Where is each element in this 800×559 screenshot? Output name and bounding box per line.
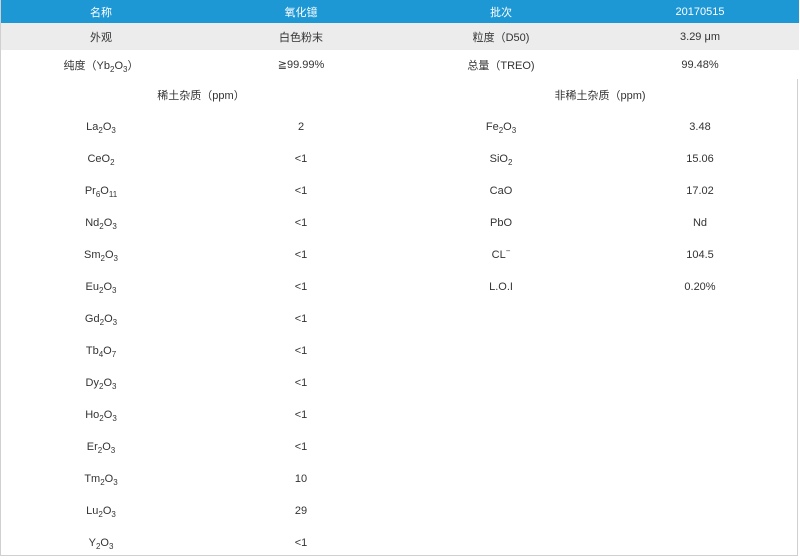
rare-earth-impurity-name: Tb4O7 [85,345,117,359]
rare-earth-impurity-name: Sm2O3 [84,249,118,263]
appearance-value: 白色粉末 [201,23,401,50]
table-row: Ho2O3 <1 [1,399,799,431]
non-rare-earth-impurity-value [601,431,799,463]
rare-earth-impurity-value: <1 [294,537,308,549]
table-row: Eu2O3 <1 L.O.I 0.20% [1,271,799,303]
non-rare-earth-impurity-name: CL− [491,246,511,261]
non-rare-earth-impurity-name [401,495,601,527]
purity-label: 纯度（Yb2O3） [1,50,201,79]
rare-earth-impurity-name: Er2O3 [86,441,116,455]
header-name-label: 名称 [1,0,201,23]
non-rare-earth-impurity-value: 0.20% [684,281,716,293]
rare-earth-impurity-value: <1 [294,409,308,421]
table-row: La2O3 2 Fe2O3 3.48 [1,111,799,143]
header-product-name: 氧化镱 [201,0,401,23]
non-rare-earth-impurity-name [401,335,601,367]
table-row: Er2O3 <1 [1,431,799,463]
non-rare-earth-section-title: 非稀土杂质（ppm) [554,90,646,102]
non-rare-earth-impurity-name: CaO [489,185,513,197]
appearance-label: 外观 [1,23,201,50]
non-rare-earth-impurity-value [601,399,799,431]
section-row: 稀土杂质（ppm） 非稀土杂质（ppm) [1,79,799,111]
rare-earth-impurity-value: <1 [294,153,308,165]
particle-size-label: 粒度（D50) [401,23,601,50]
rare-earth-impurity-value: <1 [294,281,308,293]
table-row: Pr6O11 <1 CaO 17.02 [1,175,799,207]
non-rare-earth-impurity-value [601,303,799,335]
rare-earth-impurity-value: <1 [294,185,308,197]
non-rare-earth-impurity-name: PbO [489,217,513,229]
non-rare-earth-impurity-name [401,399,601,431]
non-rare-earth-impurity-value: 104.5 [686,249,714,261]
non-rare-earth-impurity-value [601,463,799,495]
rare-earth-impurity-name: Lu2O3 [86,505,116,519]
table-row: Sm2O3 <1 CL− 104.5 [1,239,799,271]
table-row: Tb4O7 <1 [1,335,799,367]
non-rare-earth-impurity-name [401,463,601,495]
rare-earth-impurity-name: Pr6O11 [84,185,118,199]
non-rare-earth-impurity-name [401,431,601,463]
non-rare-earth-impurity-name [401,527,601,559]
rare-earth-impurity-name: La2O3 [86,121,116,135]
rare-earth-impurity-name: Eu2O3 [85,281,117,295]
non-rare-earth-impurity-name: L.O.I [489,281,513,293]
table-row: Lu2O3 29 [1,495,799,527]
header-batch-number: 20170515 [601,0,799,23]
table-row: Gd2O3 <1 [1,303,799,335]
rare-earth-impurity-name: CeO2 [87,153,115,167]
header-row: 名称 氧化镱 批次 20170515 [1,0,799,23]
non-rare-earth-impurity-value [601,367,799,399]
treo-value: 99.48% [601,50,799,79]
product-spec-sheet: 名称 氧化镱 批次 20170515 外观 白色粉末 粒度（D50) 3.29 … [0,0,799,559]
non-rare-earth-impurity-value: 15.06 [686,153,714,165]
rare-earth-impurity-value: 10 [294,473,308,485]
purity-label-text: 纯度（Yb2O3） [63,59,139,74]
table-row: Tm2O3 10 [1,463,799,495]
particle-size-value: 3.29 μm [601,23,799,50]
rare-earth-impurity-value: <1 [294,313,308,325]
rare-earth-impurity-value: 2 [297,121,305,133]
rare-earth-impurity-value: <1 [294,377,308,389]
info-row-appearance: 外观 白色粉末 粒度（D50) 3.29 μm [1,23,799,50]
rare-earth-impurity-value: <1 [294,217,308,229]
rare-earth-impurity-name: Tm2O3 [84,473,118,487]
non-rare-earth-impurity-name [401,367,601,399]
header-batch-label: 批次 [401,0,601,23]
rare-earth-section-title: 稀土杂质（ppm） [157,90,245,102]
non-rare-earth-impurity-value: 17.02 [686,185,714,197]
non-rare-earth-impurity-value [601,495,799,527]
non-rare-earth-impurity-value: Nd [692,217,708,229]
rare-earth-impurity-value: <1 [294,249,308,261]
rare-earth-impurity-name: Dy2O3 [85,377,117,391]
rare-earth-impurity-name: Y2O3 [88,537,114,551]
spec-table: 名称 氧化镱 批次 20170515 外观 白色粉末 粒度（D50) 3.29 … [1,0,799,559]
rare-earth-impurity-name: Ho2O3 [85,409,117,423]
table-row: Y2O3 <1 [1,527,799,559]
rare-earth-impurity-value: <1 [294,345,308,357]
non-rare-earth-impurity-value: 3.48 [689,121,711,133]
purity-value: ≧99.99% [201,50,401,79]
treo-label: 总量（TREO) [401,50,601,79]
non-rare-earth-impurity-value [601,335,799,367]
table-row: Dy2O3 <1 [1,367,799,399]
non-rare-earth-impurity-name: Fe2O3 [485,121,517,135]
table-row: Nd2O3 <1 PbO Nd [1,207,799,239]
table-row: CeO2 <1 SiO2 15.06 [1,143,799,175]
non-rare-earth-impurity-value [601,527,799,559]
rare-earth-impurity-name: Nd2O3 [85,217,117,231]
non-rare-earth-impurity-name [401,303,601,335]
non-rare-earth-impurity-name: SiO2 [489,153,513,167]
info-row-purity: 纯度（Yb2O3） ≧99.99% 总量（TREO) 99.48% [1,50,799,79]
rare-earth-impurity-value: 29 [294,505,308,517]
rare-earth-impurity-name: Gd2O3 [84,313,118,327]
rare-earth-impurity-value: <1 [294,441,308,453]
